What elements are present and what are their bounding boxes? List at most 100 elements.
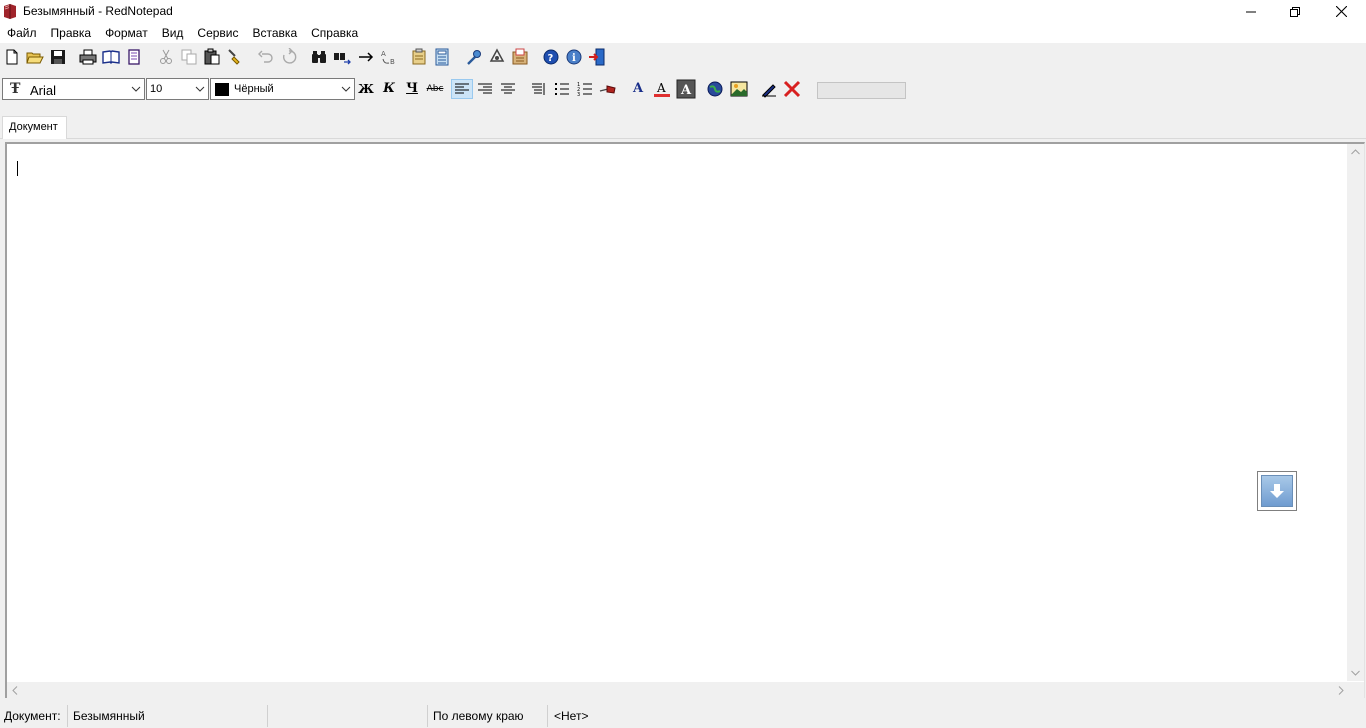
bold-button[interactable]: Ж [356,79,376,99]
wrench-icon [467,50,481,65]
font-color-icon: A [654,81,670,97]
page-setup-button[interactable] [125,48,143,66]
align-left-button[interactable] [451,79,473,99]
align-left-icon [455,83,469,94]
copy-button[interactable] [180,48,198,66]
align-right-button[interactable] [476,80,494,98]
strikethrough-button[interactable]: Abc [425,79,445,99]
numbered-list-icon: 123 [577,82,592,98]
font-size-select[interactable]: 10 [146,78,209,100]
edit-object-button[interactable] [760,80,778,98]
menu-file[interactable]: Файл [0,23,44,43]
insert-link-button[interactable] [706,80,724,98]
text-color-value: Чёрный [234,83,274,95]
tab-document[interactable]: Документ [2,116,67,139]
text-caret [17,161,18,176]
status-document-name: Безымянный [73,709,145,723]
horizontal-scrollbar[interactable] [7,682,1349,698]
exit-button[interactable] [588,48,606,66]
numbered-list-button[interactable]: 123 [576,80,594,98]
insert-symbol-button[interactable] [599,80,617,98]
italic-button[interactable]: К [379,79,399,99]
font-dialog-button[interactable]: A [628,79,648,99]
info-icon: i [566,49,582,65]
new-document-button[interactable] [3,48,21,66]
vertical-scrollbar[interactable] [1347,144,1364,681]
redo-icon [282,48,297,64]
calculator-button[interactable] [433,48,451,66]
editor-area[interactable] [5,142,1365,698]
menu-edit[interactable]: Правка [44,23,99,43]
exit-door-icon [589,48,605,66]
status-document-label: Документ: [4,709,61,723]
font-family-select[interactable]: Ŧ Arial [2,78,145,100]
svg-text:A: A [381,50,386,58]
templates-button[interactable] [511,48,529,66]
menu-service[interactable]: Сервис [190,23,245,43]
transliterate-button[interactable]: AB [380,48,398,66]
font-family-value: Arial [30,83,57,98]
chevron-down-icon [195,86,205,92]
cut-button[interactable] [157,48,175,66]
scroll-right-icon[interactable] [1338,686,1344,695]
highlight-button[interactable]: A [676,79,696,99]
restore-button[interactable] [1272,0,1318,23]
svg-text:A: A [656,81,666,95]
scroll-up-icon[interactable] [1351,149,1360,155]
brush-icon [228,49,240,65]
new-file-icon [6,49,18,65]
menu-view[interactable]: Вид [155,23,191,43]
undo-icon [258,50,273,63]
paragraph-icon [532,83,545,95]
help-button[interactable]: ? [542,48,560,66]
color-swatch [215,83,229,96]
svg-text:3: 3 [577,92,580,98]
open-button[interactable] [26,48,44,66]
save-button[interactable] [49,48,67,66]
align-right-icon [478,83,492,94]
close-button[interactable] [1318,0,1364,23]
go-to-button[interactable] [357,48,375,66]
clipboard-button[interactable] [410,48,428,66]
options-button[interactable] [465,48,483,66]
status-divider [67,705,68,727]
paste-button[interactable] [203,48,221,66]
about-button[interactable]: i [565,48,583,66]
book-preview-icon [102,50,120,64]
toolbar-disabled-field [817,82,906,99]
insert-image-button[interactable] [730,80,748,98]
menu-bar: Файл Правка Формат Вид Сервис Вставка Сп… [0,23,1366,43]
find-button[interactable] [310,48,328,66]
print-button[interactable] [79,48,97,66]
format-painter-button[interactable] [226,48,244,66]
replace-button[interactable] [333,48,351,66]
arrow-right-icon [359,52,374,62]
status-alignment: По левому краю [433,709,524,723]
preview-button[interactable] [102,48,120,66]
chevron-down-icon [341,86,351,92]
undo-button[interactable] [257,48,275,66]
minimize-button[interactable] [1228,0,1274,23]
scroll-to-end-button[interactable] [1257,471,1297,511]
redo-button[interactable] [280,48,298,66]
align-center-button[interactable] [499,80,517,98]
font-color-button[interactable]: A [652,79,672,99]
menu-help[interactable]: Справка [304,23,365,43]
bullet-list-button[interactable] [553,80,571,98]
text-color-select[interactable]: Чёрный [210,78,355,100]
scroll-down-icon[interactable] [1351,670,1360,676]
font-size-value: 10 [150,83,163,95]
scrollbar-corner [1347,682,1364,698]
scroll-left-icon[interactable] [12,686,18,695]
status-divider [547,705,548,727]
menu-format[interactable]: Формат [98,23,155,43]
copy-icon [181,49,197,65]
plugins-button[interactable] [488,48,506,66]
underline-button[interactable]: Ч [402,79,422,99]
save-disk-icon [51,50,65,64]
clear-format-button[interactable] [783,80,801,98]
menu-insert[interactable]: Вставка [246,23,305,43]
find-replace-icon [334,53,351,65]
paragraph-button[interactable] [530,80,548,98]
chevron-down-icon [131,86,141,92]
